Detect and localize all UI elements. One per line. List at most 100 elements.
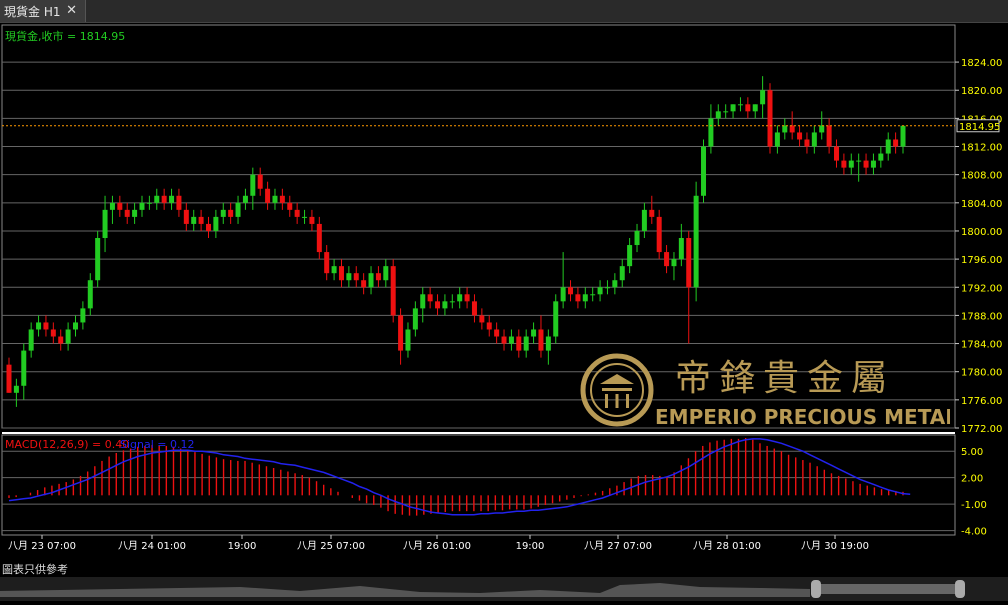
candle-body (272, 195, 278, 203)
candle-body (242, 195, 248, 203)
candle-body (664, 252, 670, 267)
candle-body (346, 273, 352, 281)
candle-body (154, 195, 160, 203)
candle-body (715, 111, 721, 119)
candle-body (65, 329, 71, 344)
macd-tick-label: -1.00 (961, 500, 987, 511)
x-tick-label: 八月 28 01:00 (693, 540, 761, 552)
candle-body (420, 294, 426, 309)
candle-body (834, 146, 840, 161)
candle-body (708, 118, 714, 147)
candle-body (398, 315, 404, 351)
candle-body (316, 223, 322, 253)
candle-body (412, 308, 418, 330)
candle-body (575, 294, 581, 302)
candle-body (169, 195, 175, 203)
scroll-handle-left[interactable] (811, 580, 821, 598)
candle-body (87, 280, 93, 309)
candle-body (612, 280, 618, 288)
candle-body (235, 202, 241, 217)
candle-body (826, 125, 832, 147)
candle-body (863, 160, 869, 168)
candle-body (870, 160, 876, 168)
chart-frame[interactable]: 1824.001820.001816.001812.001808.001804.… (0, 22, 1008, 603)
candle-body (671, 259, 677, 267)
candle-body (183, 209, 189, 224)
candle-body (479, 315, 485, 323)
candle-body (279, 195, 285, 203)
candle-body (590, 294, 596, 296)
price-legend: 現貨金,收市 = 1814.95 (5, 29, 125, 43)
candle-body (405, 329, 411, 351)
candle-body (383, 266, 389, 281)
candle-body (634, 230, 640, 246)
candle-body (760, 90, 766, 105)
price-tick-label: 1812.00 (961, 143, 1002, 154)
candle-body (656, 216, 662, 253)
candle-body (435, 301, 441, 309)
price-tick-label: 1780.00 (961, 368, 1002, 379)
scroll-handle-right[interactable] (955, 580, 965, 598)
candle-body (464, 294, 470, 302)
price-tick-label: 1820.00 (961, 86, 1002, 97)
chart-scrollbar[interactable] (0, 577, 1008, 601)
candle-body (294, 209, 300, 217)
candle-body (516, 336, 522, 351)
candle-body (501, 336, 507, 344)
candle-body (560, 287, 566, 302)
candle-body (811, 132, 817, 147)
candle-body (545, 336, 551, 351)
candle-body (28, 329, 34, 351)
candle-body (686, 238, 692, 288)
x-tick-label: 八月 27 07:00 (584, 540, 652, 552)
candle-body (767, 90, 773, 147)
candle-body (139, 202, 145, 210)
watermark-chinese-text: 帝鋒貴金屬 (675, 358, 895, 399)
x-tick-label: 八月 26 01:00 (403, 540, 471, 552)
tab-bar: 現貨金 H1 ✕ (0, 0, 1008, 23)
candle-body (804, 139, 810, 147)
candle-body (531, 329, 537, 337)
scroll-window[interactable] (821, 584, 955, 594)
candle-body (774, 132, 780, 147)
x-tick-label: 八月 23 07:00 (8, 540, 76, 552)
candle-body (508, 336, 514, 344)
candle-body (80, 308, 86, 323)
candle-body (6, 364, 12, 393)
candle-body (287, 202, 293, 210)
close-icon[interactable]: ✕ (66, 3, 77, 18)
candle-body (220, 209, 226, 217)
candle-body (36, 322, 42, 330)
macd-legend: MACD(12,26,9) = 0.40 (5, 438, 129, 451)
price-tick-label: 1808.00 (961, 171, 1002, 182)
price-tick-label: 1800.00 (961, 227, 1002, 238)
x-tick-label: 八月 24 01:00 (118, 540, 186, 552)
candle-body (309, 216, 315, 224)
candle-body (205, 223, 211, 231)
candle-body (568, 287, 574, 295)
candle-body (523, 336, 529, 351)
signal-legend: Signal = 0.12 (120, 438, 195, 451)
price-tick-label: 1824.00 (961, 58, 1002, 69)
candle-body (331, 266, 337, 274)
candle-body (789, 125, 795, 133)
candle-body (627, 245, 633, 267)
candle-body (449, 301, 455, 303)
watermark-logo-icon: 帝鋒貴金屬 EMPERIO PRECIOUS METALS (580, 353, 972, 429)
candle-body (302, 216, 308, 218)
candle-body (893, 139, 899, 147)
candle-body (324, 252, 330, 274)
candle-body (213, 216, 219, 231)
price-tick-label: 1804.00 (961, 199, 1002, 210)
candle-body (176, 195, 182, 210)
candle-body (553, 301, 559, 337)
tab-spot-gold-h1[interactable]: 現貨金 H1 ✕ (0, 0, 86, 22)
chart-svg[interactable]: 1824.001820.001816.001812.001808.001804.… (0, 22, 1008, 562)
candle-body (619, 266, 625, 281)
candle-body (737, 104, 743, 106)
candle-body (457, 294, 463, 302)
candle-body (649, 209, 655, 217)
candle-body (265, 188, 271, 203)
candle-body (191, 216, 197, 224)
candle-body (58, 336, 64, 344)
